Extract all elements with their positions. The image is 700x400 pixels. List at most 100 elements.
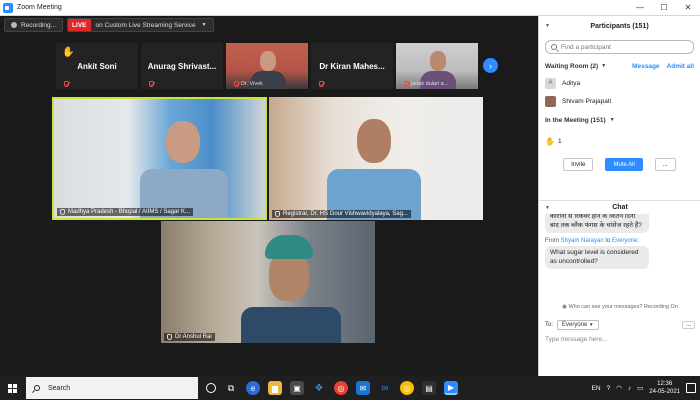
chat-message: कोरोना से रिकवर होने के कितने दिनों बाद … (545, 214, 649, 233)
mute-all-button[interactable]: Mute All (605, 158, 643, 171)
message-waiting-button[interactable]: Message (632, 63, 659, 70)
mic-icon (167, 334, 172, 340)
chevron-down-icon: ▼ (609, 117, 615, 123)
recipient-name: Everyone (612, 238, 638, 244)
video-label: Dr Anshul Rai (164, 333, 215, 341)
zoom-taskbar-icon[interactable]: ▶ (444, 381, 458, 395)
chat-recipient-select[interactable]: Everyone ▼ (557, 320, 599, 330)
chevron-right-icon[interactable]: › (483, 58, 498, 73)
participant-video-face (166, 121, 200, 163)
live-stream-indicator[interactable]: LIVE on Custom Live Streaming Service ▼ (67, 18, 214, 32)
admit-all-button[interactable]: Admit all (667, 63, 694, 70)
store-icon[interactable]: ▣ (290, 381, 304, 395)
participant-video-face (430, 51, 446, 71)
mic-muted-icon (319, 81, 324, 87)
participant-tile-kiran[interactable]: Dr Kiran Mahes... (311, 43, 393, 89)
mic-muted-icon (234, 81, 239, 87)
battery-icon[interactable]: ▭ (637, 384, 643, 392)
sender-name[interactable]: Shyam Narayan (561, 238, 604, 244)
invite-button[interactable]: Invite (563, 158, 594, 171)
participant-video-face (260, 51, 276, 71)
tile-mic (64, 81, 69, 87)
file-explorer-icon[interactable]: ▆ (268, 381, 282, 395)
chevron-down-icon[interactable]: ▼ (601, 63, 606, 69)
more-options-button[interactable]: ... (654, 158, 676, 171)
edge-icon[interactable]: e (246, 381, 260, 395)
waiting-participant[interactable]: A Aditya (539, 74, 700, 92)
task-view-icon[interactable]: ⧉ (224, 381, 238, 395)
participant-tile-vivek[interactable]: Dr. Vivek (226, 43, 308, 89)
tile-mic (319, 81, 324, 87)
mic-muted-icon (149, 81, 154, 87)
chrome-icon[interactable]: ◎ (334, 381, 348, 395)
video-tile-anshul[interactable]: Dr Anshul Rai (161, 221, 375, 343)
chat-privacy-notice[interactable]: ◉ Who can see your messages? Recording O… (539, 304, 700, 310)
meeting-status-controls: Recording... LIVE on Custom Live Streamin… (4, 18, 214, 32)
close-icon[interactable]: ✕ (676, 0, 700, 16)
notepad-icon[interactable]: ▤ (422, 381, 436, 395)
wifi-icon[interactable]: ◠ (616, 384, 622, 392)
record-icon (11, 22, 17, 28)
tile-label: Dr. Vivek (234, 81, 263, 87)
avatar: A (545, 77, 556, 89)
search-icon (551, 44, 557, 50)
video-label: Madhya Pradesh - Bhopal / AIIMS / Sagar … (57, 208, 194, 216)
mic-icon (60, 209, 65, 215)
windows-start-icon[interactable] (0, 376, 24, 400)
surgical-cap (265, 235, 313, 259)
cortana-icon[interactable] (206, 383, 216, 393)
window-title: Zoom Meeting (17, 4, 62, 11)
notification-icon[interactable] (686, 383, 696, 393)
taskbar: Search ⧉ e ▆ ▣ ❖ ◎ ✉ ∞ ◎ ▤ ▶ EN ? ◠ ♪ ▭ … (0, 376, 700, 400)
language-indicator[interactable]: EN (592, 385, 601, 392)
participant-actions: Invite Mute All ... (539, 158, 700, 171)
participant-video-face (357, 119, 391, 163)
taskbar-apps: ⧉ e ▆ ▣ ❖ ◎ ✉ ∞ ◎ ▤ ▶ (206, 381, 458, 395)
taskbar-search[interactable]: Search (26, 377, 198, 399)
side-panel: ▼ Participants (151) Find a participant W… (538, 16, 700, 376)
zoom-logo-icon (3, 2, 13, 13)
minimize-icon[interactable]: — (628, 0, 652, 16)
waiting-participant[interactable]: Shivam Prajapati (539, 92, 700, 110)
participant-tile-janak[interactable]: janak dulari a... (396, 43, 478, 89)
maximize-icon[interactable]: ☐ (652, 0, 676, 16)
video-tile-aiims[interactable]: Madhya Pradesh - Bhopal / AIIMS / Sagar … (52, 97, 267, 220)
system-tray: EN ? ◠ ♪ ▭ 12:36 24-05-2021 (592, 380, 700, 396)
tile-mic (149, 81, 154, 87)
participant-tile-ankit[interactable]: ✋ Ankit Soni (56, 43, 138, 89)
chrome-profile-icon[interactable]: ◎ (400, 381, 414, 395)
participant-tile-anurag[interactable]: Anurag Shrivast... (141, 43, 223, 89)
participant-video-body (241, 307, 341, 343)
chevron-down-icon: ▼ (589, 322, 594, 327)
chat-message-input[interactable]: Type message here... (545, 336, 608, 343)
chevron-down-icon[interactable]: ▼ (545, 23, 550, 29)
link-icon[interactable]: ∞ (378, 381, 392, 395)
in-meeting-row[interactable]: In the Meeting (151) ▼ (539, 112, 700, 128)
mail-icon[interactable]: ✉ (356, 381, 370, 395)
help-icon[interactable]: ? (607, 385, 611, 392)
raised-hand-icon: ✋ (62, 47, 75, 58)
participant-search-input[interactable]: Find a participant (545, 40, 694, 54)
chat-message: What sugar level is considered as uncont… (545, 246, 649, 269)
chat-messages[interactable]: कोरोना से रिकवर होने के कितने दिनों बाद … (539, 214, 700, 306)
raised-hand-icon: ✋ (545, 136, 555, 146)
video-label: Registrar, Dr. HS Gour Vishwavidyalaya, … (272, 210, 411, 218)
avatar (545, 95, 556, 107)
chat-sender: From Shyam Narayan to Everyone: (545, 238, 640, 244)
raised-hand-count: ✋ 1 (545, 136, 562, 146)
video-tile-registrar[interactable]: Registrar, Dr. HS Gour Vishwavidyalaya, … (269, 97, 483, 220)
recording-indicator[interactable]: Recording... (4, 18, 64, 32)
live-badge: LIVE (68, 19, 91, 31)
clock[interactable]: 12:36 24-05-2021 (649, 380, 680, 396)
volume-icon[interactable]: ♪ (628, 385, 631, 392)
chat-header: ▼ Chat (539, 200, 700, 214)
chevron-down-icon[interactable]: ▼ (545, 205, 550, 211)
mic-icon (275, 211, 280, 217)
chevron-down-icon: ▼ (201, 22, 207, 28)
search-icon (34, 385, 40, 391)
dropbox-icon[interactable]: ❖ (312, 381, 326, 395)
mic-muted-icon (404, 81, 409, 87)
chat-more-button[interactable]: ... (681, 321, 695, 329)
tile-label: janak dulari a... (404, 81, 448, 87)
mic-muted-icon (64, 81, 69, 87)
